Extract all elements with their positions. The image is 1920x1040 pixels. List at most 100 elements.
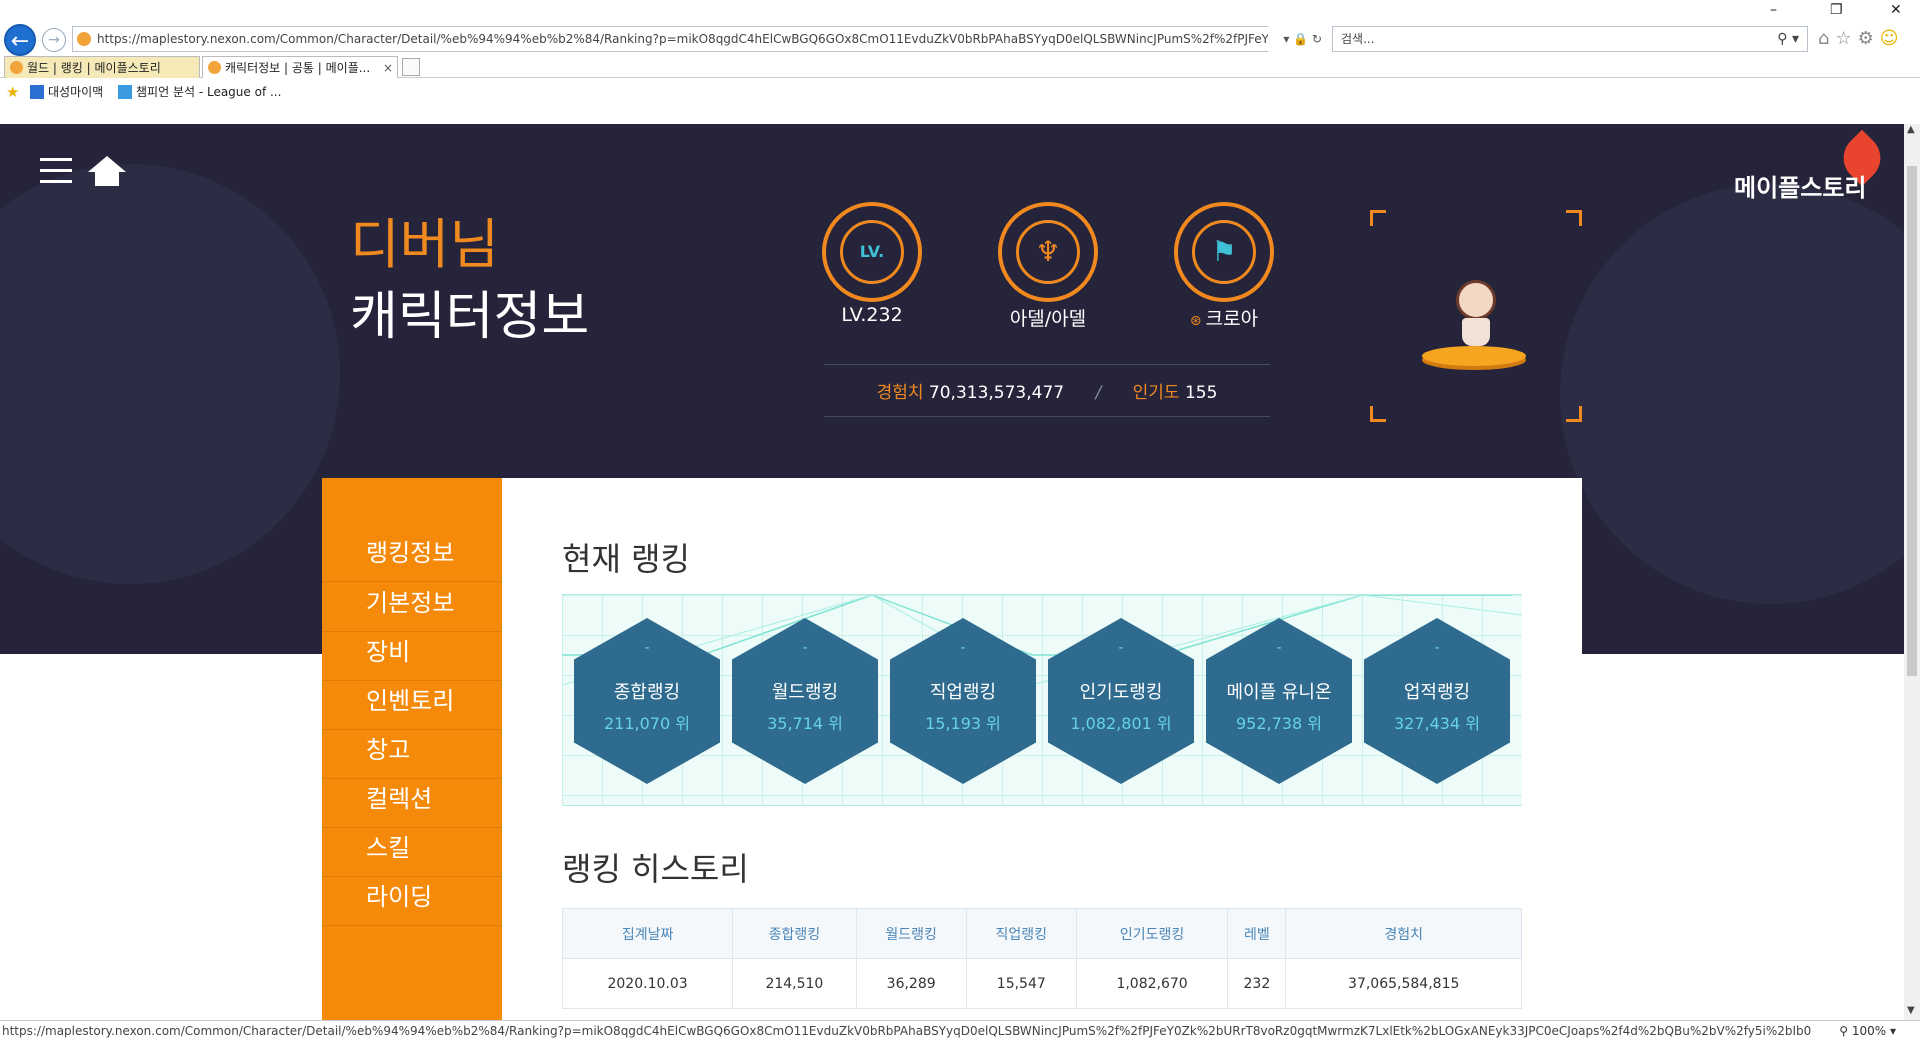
favorite-link[interactable]: 대성마이맥: [30, 80, 103, 104]
search-placeholder: 검색...: [1341, 32, 1375, 46]
site-favicon-icon: [77, 32, 91, 46]
separator: /: [1095, 383, 1102, 403]
home-toolbar-icon[interactable]: ⌂: [1818, 28, 1835, 49]
character-avatar: [1446, 280, 1506, 350]
feedback-smile-icon[interactable]: ☺: [1880, 28, 1905, 49]
sidebar-item-label: 창고: [366, 736, 411, 764]
divider: [824, 416, 1270, 417]
tab-label: 월드 | 랭킹 | 메이플스토리: [27, 61, 161, 75]
tab-label: 캐릭터정보 | 공통 | 메이플...: [225, 61, 371, 75]
world-flag-icon: ⚑: [1174, 202, 1274, 302]
status-bar: https://maplestory.nexon.com/Common/Char…: [0, 1020, 1920, 1040]
minimize-icon[interactable]: –: [1770, 2, 1777, 18]
menu-icon[interactable]: [40, 158, 72, 184]
favorite-label: 챔피언 분석 - League of ...: [136, 85, 282, 99]
exp-label: 경험치: [876, 383, 924, 403]
character-name: 디버님: [350, 213, 500, 276]
web-page: 메이플스토리 디버님 캐릭터정보 LV. LV.232 ♆ 아델/아델 ⚑ ⊛ 크…: [0, 124, 1904, 1020]
favorites-star-icon[interactable]: ☆: [1835, 28, 1857, 49]
rank-value: 952,738 위: [1236, 714, 1322, 733]
rank-value: 35,714 위: [767, 714, 843, 733]
character-sidebar: 랭킹정보 기본정보 장비 인벤토리 창고 컬렉션 스킬 라이딩: [322, 478, 502, 1020]
column-header: 집계날짜: [561, 908, 734, 959]
search-icon[interactable]: ⚲ ▾: [1777, 27, 1799, 51]
ranking-content: 현재 랭킹 - 종합랭킹 211,070 위 - 월드랭킹 35,714 위 -…: [502, 478, 1582, 1020]
rank-value: 1,082,801 위: [1070, 714, 1172, 733]
rank-label: 인기도랭킹: [1079, 682, 1163, 703]
table-cell: 1,082,670: [1075, 958, 1229, 1009]
zoom-level[interactable]: ⚲ 100% ▾: [1839, 1021, 1896, 1040]
table-row: 2020.10.03 214,510 36,289 15,547 1,082,6…: [561, 958, 1522, 1009]
search-input[interactable]: 검색... ⚲ ▾: [1332, 26, 1808, 52]
rank-value: 211,070 위: [604, 714, 690, 733]
page-title: 캐릭터정보: [350, 287, 590, 347]
tab-favicon-icon: [208, 61, 221, 74]
address-bar[interactable]: https://maplestory.nexon.com/Common/Char…: [72, 26, 1328, 52]
sidebar-item-riding[interactable]: 라이딩: [322, 868, 502, 926]
address-url: https://maplestory.nexon.com/Common/Char…: [97, 32, 1328, 46]
character-world: ⊛ 크로아: [1134, 304, 1314, 331]
popularity-label: 인기도: [1132, 383, 1180, 403]
status-url: https://maplestory.nexon.com/Common/Char…: [2, 1024, 1812, 1038]
rank-value: 327,434 위: [1394, 714, 1480, 733]
table-cell: 36,289: [855, 958, 967, 1009]
tab-character-info[interactable]: 캐릭터정보 | 공통 | 메이플... ×: [202, 56, 398, 78]
scroll-thumb[interactable]: [1907, 166, 1917, 676]
favorite-link[interactable]: 챔피언 분석 - League of ...: [118, 80, 281, 104]
current-ranking-title: 현재 랭킹: [562, 540, 690, 578]
page-scrollbar[interactable]: ▲ ▼: [1904, 124, 1920, 1020]
rank-value: 15,193 위: [925, 714, 1001, 733]
column-header: 월드랭킹: [855, 908, 967, 959]
favorite-site-icon: [118, 85, 132, 99]
window-controls: – ❐ ✕: [1760, 0, 1920, 22]
table-header-row: 집계날짜 종합랭킹 월드랭킹 직업랭킹 인기도랭킹 레벨 경험치: [561, 908, 1522, 959]
restore-icon[interactable]: ❐: [1830, 2, 1843, 18]
forward-button[interactable]: →: [42, 28, 66, 52]
back-button[interactable]: ←: [4, 24, 36, 56]
ranking-history-table: 집계날짜 종합랭킹 월드랭킹 직업랭킹 인기도랭킹 레벨 경험치 2020.10…: [561, 908, 1522, 1009]
sidebar-item-label: 랭킹정보: [366, 539, 455, 567]
background-illustration: [0, 164, 340, 584]
scroll-down-icon[interactable]: ▼: [1907, 1005, 1915, 1016]
close-window-icon[interactable]: ✕: [1890, 2, 1902, 18]
toolbar-icons: ⌂☆⚙☺: [1818, 28, 1904, 49]
table-cell: 37,065,584,815: [1285, 958, 1522, 1009]
column-header: 종합랭킹: [732, 908, 857, 959]
table-cell: 15,547: [965, 958, 1077, 1009]
job-icon: ♆: [998, 202, 1098, 302]
browser-chrome: – ❐ ✕ ← → https://maplestory.nexon.com/C…: [0, 0, 1920, 124]
table-cell: 232: [1227, 958, 1287, 1009]
exp-value: 70,313,573,477: [928, 383, 1065, 403]
column-header: 인기도랭킹: [1075, 908, 1229, 959]
home-icon[interactable]: [88, 156, 126, 186]
column-header: 직업랭킹: [965, 908, 1077, 959]
character-job: 아델/아델: [1009, 308, 1087, 330]
navigation-bar: ← → https://maplestory.nexon.com/Common/…: [0, 22, 1920, 56]
favorite-label: 대성마이맥: [48, 85, 104, 99]
maplestory-logo[interactable]: 메이플스토리: [1734, 168, 1866, 203]
exp-popularity-row: 경험치 70,313,573,477 / 인기도 155: [824, 378, 1270, 403]
character-level: LV.232: [841, 304, 903, 326]
rank-label: 종합랭킹: [613, 682, 681, 703]
gear-icon[interactable]: ⚙: [1858, 28, 1880, 49]
sidebar-item-label: 스킬: [366, 834, 411, 862]
avatar-frame: [1370, 210, 1582, 422]
tab-favicon-icon: [10, 61, 23, 74]
new-tab-button[interactable]: [402, 58, 420, 76]
tab-strip: 월드 | 랭킹 | 메이플스토리 캐릭터정보 | 공통 | 메이플... ×: [0, 56, 1920, 78]
popularity-value: 155: [1184, 383, 1218, 403]
address-tools[interactable]: ▾ 🔒 ↻: [1268, 26, 1328, 52]
sidebar-item-label: 컬렉션: [366, 785, 433, 813]
add-favorite-star-icon[interactable]: ★: [6, 80, 19, 104]
column-header: 레벨: [1227, 908, 1287, 959]
sidebar-item-label: 기본정보: [366, 589, 455, 617]
table-cell: 214,510: [732, 958, 857, 1009]
sidebar-item-label: 장비: [366, 638, 411, 666]
close-tab-icon[interactable]: ×: [383, 57, 393, 78]
tab-world-ranking[interactable]: 월드 | 랭킹 | 메이플스토리: [4, 56, 200, 78]
favorite-site-icon: [30, 85, 44, 99]
background-illustration: [1560, 184, 1904, 604]
rank-label: 메이플 유니온: [1226, 682, 1332, 703]
scroll-up-icon[interactable]: ▲: [1907, 124, 1915, 135]
table-cell: 2020.10.03: [561, 958, 734, 1009]
